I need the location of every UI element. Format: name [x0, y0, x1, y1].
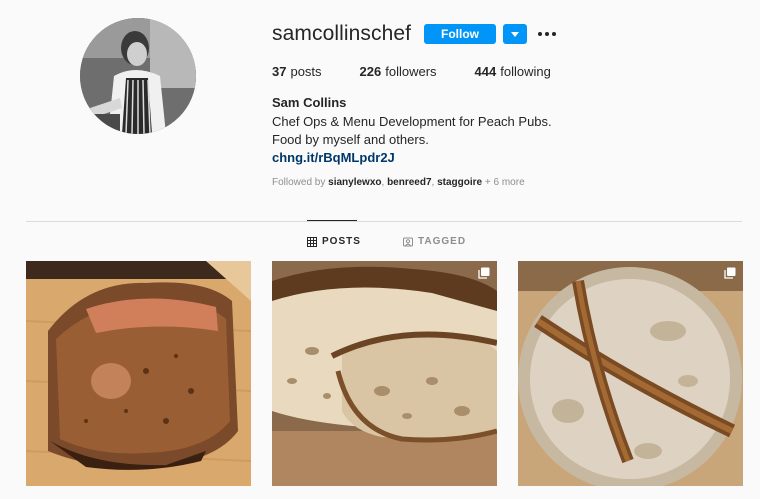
- following-count[interactable]: 444 following: [475, 64, 551, 79]
- followers-count-label: followers: [385, 64, 437, 79]
- follower-username[interactable]: benreed7: [387, 177, 431, 188]
- posts-count: 37 posts: [272, 64, 322, 79]
- tabs-divider: [26, 221, 742, 222]
- post-thumbnail-sourdough-crust[interactable]: [518, 261, 743, 486]
- follower-username[interactable]: sianylewxo: [328, 177, 381, 188]
- dot: [552, 32, 556, 36]
- dot: [538, 32, 542, 36]
- bio-line: Chef Ops & Menu Development for Peach Pu…: [272, 114, 552, 129]
- more-options-button[interactable]: [538, 28, 556, 40]
- suggestions-dropdown-button[interactable]: [503, 24, 527, 44]
- profile-website-link[interactable]: chng.it/rBqMLpdr2J: [272, 150, 395, 165]
- tab-posts-label: POSTS: [322, 236, 361, 247]
- profile-stats: 37 posts 226 followers 444 following: [272, 64, 589, 79]
- dot: [545, 32, 549, 36]
- profile-avatar[interactable]: [80, 18, 196, 134]
- following-count-value: 444: [474, 64, 497, 79]
- active-tab-indicator: [307, 220, 357, 221]
- multiple-photos-icon: [724, 267, 736, 279]
- following-count-label: following: [500, 64, 551, 79]
- followed-by-prefix: Followed by: [272, 177, 329, 188]
- follower-username[interactable]: staggoire: [437, 177, 482, 188]
- followers-count[interactable]: 226 followers: [360, 64, 437, 79]
- tab-posts[interactable]: POSTS: [307, 236, 361, 247]
- post-thumbnail-pork[interactable]: [26, 261, 251, 486]
- posts-count-value: 37: [272, 64, 287, 79]
- profile-bio: Chef Ops & Menu Development for Peach Pu…: [272, 113, 552, 149]
- bio-line: Food by myself and others.: [272, 132, 429, 147]
- post-thumbnail-sourdough-crumb[interactable]: [272, 261, 497, 486]
- tab-tagged[interactable]: TAGGED: [403, 236, 466, 247]
- posts-count-label: posts: [290, 64, 322, 79]
- profile-username: samcollinschef: [272, 22, 412, 45]
- followed-by-more: + 6 more: [482, 177, 525, 188]
- chevron-down-icon: [511, 31, 519, 37]
- followers-count-value: 226: [359, 64, 382, 79]
- tab-tagged-label: TAGGED: [418, 236, 467, 247]
- followed-by[interactable]: Followed by sianylewxo, benreed7, staggo…: [272, 177, 525, 188]
- grid-icon: [307, 236, 317, 247]
- tagged-icon: [403, 237, 413, 246]
- profile-full-name: Sam Collins: [272, 95, 347, 110]
- follow-button[interactable]: Follow: [424, 24, 496, 44]
- multiple-photos-icon: [478, 267, 490, 279]
